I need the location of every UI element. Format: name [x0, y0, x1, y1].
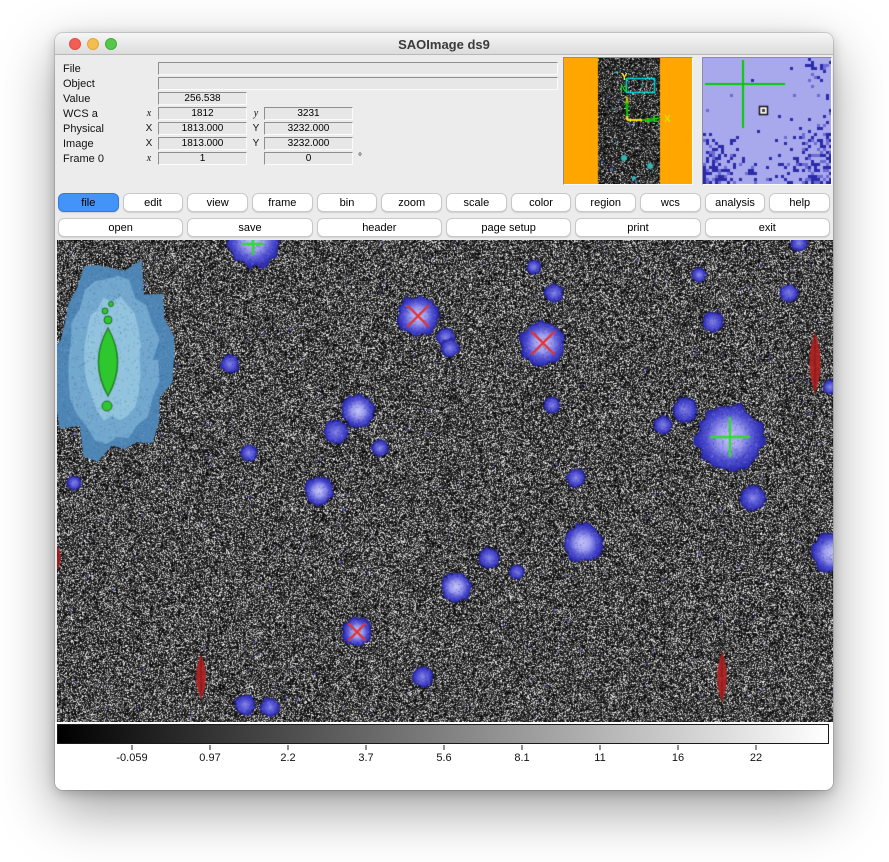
- physical-y-sublabel: Y: [249, 123, 263, 134]
- image-display[interactable]: [57, 240, 833, 722]
- wcs-x-sublabel: x: [142, 108, 156, 119]
- panner[interactable]: Y N E X: [563, 57, 693, 185]
- value-field: 256.538: [158, 92, 247, 105]
- panner-y-axis-label: Y: [621, 73, 628, 83]
- colorbar[interactable]: [57, 724, 829, 744]
- file-actions-menubar: open save header page setup print exit: [57, 215, 831, 240]
- wcs-y-sublabel: y: [249, 108, 263, 119]
- physical-y-field: 3232.000: [264, 122, 353, 135]
- title-bar: SAOImage ds9: [55, 33, 833, 55]
- panner-east-label: E: [653, 115, 660, 125]
- colorbar-tick-label: 0.97: [199, 752, 220, 764]
- colorbar-tick: [288, 745, 289, 750]
- image-y-sublabel: Y: [249, 138, 263, 149]
- menu-frame-button[interactable]: frame: [252, 193, 313, 212]
- menu-file-button[interactable]: file: [58, 193, 119, 212]
- menu-help-button[interactable]: help: [769, 193, 830, 212]
- frame-zoom-field: 1: [158, 152, 247, 165]
- open-button[interactable]: open: [58, 218, 183, 237]
- colorbar-tick-label: 3.7: [358, 752, 373, 764]
- frame-zoom-sublabel: x: [142, 153, 156, 164]
- colorbar-tick: [600, 745, 601, 750]
- degree-symbol: °: [358, 152, 362, 163]
- colorbar-tick-label: 5.6: [436, 752, 451, 764]
- menu-analysis-button[interactable]: analysis: [705, 193, 766, 212]
- value-label: Value: [63, 93, 90, 105]
- panner-canvas[interactable]: [564, 58, 692, 184]
- physical-label: Physical: [63, 123, 104, 135]
- menu-edit-button[interactable]: edit: [123, 193, 184, 212]
- frame-label: Frame 0: [63, 153, 104, 165]
- header-button[interactable]: header: [317, 218, 442, 237]
- file-label: File: [63, 63, 81, 75]
- magnifier-canvas: [703, 58, 831, 184]
- image-canvas[interactable]: [57, 240, 833, 722]
- image-x-sublabel: X: [142, 138, 156, 149]
- menu-bin-button[interactable]: bin: [317, 193, 378, 212]
- physical-x-field: 1813.000: [158, 122, 247, 135]
- object-field: [158, 77, 558, 90]
- frame-rotate-field: 0: [264, 152, 353, 165]
- panner-x-axis-label: X: [664, 115, 671, 125]
- menu-zoom-button[interactable]: zoom: [381, 193, 442, 212]
- colorbar-tick-label: 8.1: [514, 752, 529, 764]
- page-setup-button[interactable]: page setup: [446, 218, 571, 237]
- info-panel: File Object Value 256.538 WCS a x 1812 y…: [55, 55, 833, 190]
- image-label: Image: [63, 138, 94, 150]
- menu-scale-button[interactable]: scale: [446, 193, 507, 212]
- exit-button[interactable]: exit: [705, 218, 830, 237]
- colorbar-panel: -0.059 0.97 2.2 3.7 5.6 8.1 11 16 22: [55, 722, 833, 790]
- colorbar-tick-label: 16: [672, 752, 684, 764]
- colorbar-tick: [522, 745, 523, 750]
- colorbar-tick: [444, 745, 445, 750]
- colorbar-tick: [366, 745, 367, 750]
- colorbar-tick-label: 2.2: [280, 752, 295, 764]
- physical-x-sublabel: X: [142, 123, 156, 134]
- object-label: Object: [63, 78, 95, 90]
- colorbar-tick-label: 22: [750, 752, 762, 764]
- save-button[interactable]: save: [187, 218, 312, 237]
- menu-region-button[interactable]: region: [575, 193, 636, 212]
- colorbar-tick: [678, 745, 679, 750]
- colorbar-tick: [756, 745, 757, 750]
- file-field: [158, 62, 558, 75]
- window-title: SAOImage ds9: [55, 37, 833, 52]
- ds9-window: SAOImage ds9 File Object Value 256.538 W…: [55, 33, 833, 790]
- wcs-x-field: 1812: [158, 107, 247, 120]
- colorbar-tick-label: -0.059: [116, 752, 147, 764]
- colorbar-tick: [210, 745, 211, 750]
- menu-wcs-button[interactable]: wcs: [640, 193, 701, 212]
- colorbar-tick-label: 11: [594, 752, 605, 764]
- colorbar-tick: [132, 745, 133, 750]
- print-button[interactable]: print: [575, 218, 700, 237]
- image-x-field: 1813.000: [158, 137, 247, 150]
- panner-north-label: N: [620, 85, 627, 95]
- image-y-field: 3232.000: [264, 137, 353, 150]
- magnifier: [702, 57, 832, 185]
- menu-view-button[interactable]: view: [187, 193, 248, 212]
- wcs-label: WCS a: [63, 108, 98, 120]
- wcs-y-field: 3231: [264, 107, 353, 120]
- primary-menubar: file edit view frame bin zoom scale colo…: [57, 190, 831, 215]
- menu-color-button[interactable]: color: [511, 193, 572, 212]
